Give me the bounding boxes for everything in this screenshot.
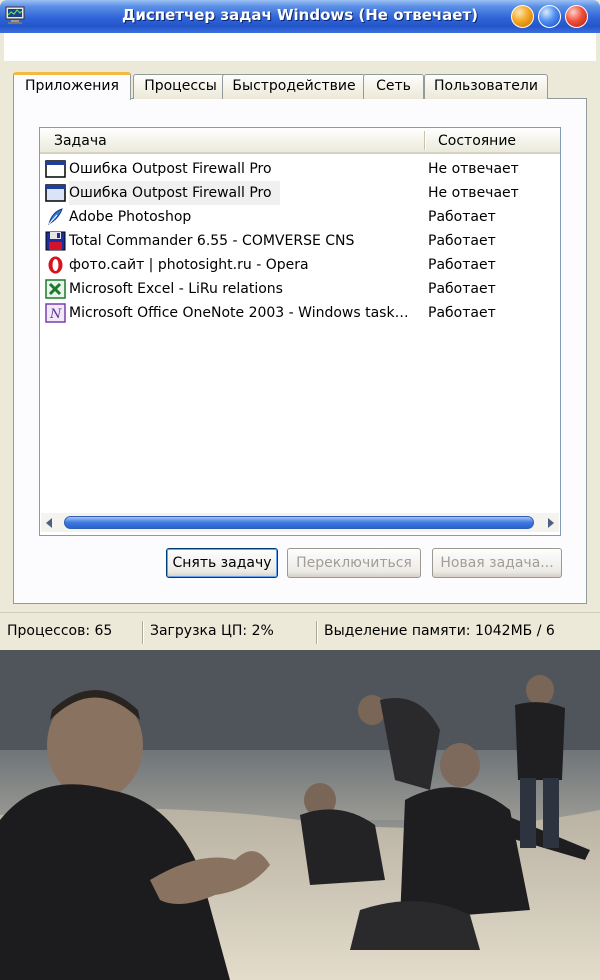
task-name: Ошибка Outpost Firewall Pro — [69, 181, 280, 205]
application-list[interactable]: Задача Состояние Ошибка Outpost Firewall… — [39, 127, 561, 536]
task-state: Работает — [428, 209, 496, 225]
task-name: Microsoft Excel - LiRu relations — [69, 281, 283, 297]
task-manager-window: Диспетчер задач Windows (Не отвечает) Пр… — [0, 0, 600, 650]
list-item[interactable]: Ошибка Outpost Firewall Pro Не отвечает — [45, 181, 557, 205]
task-name: Total Commander 6.55 - COMVERSE CNS — [69, 233, 355, 249]
switch-to-button[interactable]: Переключиться — [287, 548, 421, 578]
list-item[interactable]: Ошибка Outpost Firewall Pro Не отвечает — [45, 157, 557, 181]
list-item[interactable]: N Microsoft Office OneNote 2003 - Window… — [45, 301, 557, 325]
task-name: Ошибка Outpost Firewall Pro — [69, 161, 272, 177]
column-header-task[interactable]: Задача — [54, 128, 107, 152]
list-item[interactable]: фото.сайт | photosight.ru - Opera Работа… — [45, 253, 557, 277]
title-bar[interactable]: Диспетчер задач Windows (Не отвечает) — [0, 0, 600, 33]
end-task-button[interactable]: Снять задачу — [166, 548, 278, 578]
column-header-state[interactable]: Состояние — [438, 128, 516, 152]
task-name: Adobe Photoshop — [69, 209, 192, 225]
task-state: Работает — [428, 257, 496, 273]
column-separator[interactable] — [424, 131, 426, 150]
status-cpu: Загрузка ЦП: 2% — [150, 623, 274, 639]
new-task-button[interactable]: Новая задача... — [432, 548, 562, 578]
scroll-thumb[interactable] — [64, 516, 534, 529]
task-state: Не отвечает — [428, 161, 519, 177]
window-icon — [45, 184, 66, 202]
task-state: Не отвечает — [428, 185, 519, 201]
opera-icon — [48, 256, 63, 274]
status-bar: Процессов: 65 Загрузка ЦП: 2% Выделение … — [0, 612, 600, 650]
svg-text:N: N — [49, 307, 62, 322]
status-processes: Процессов: 65 — [7, 623, 113, 639]
scroll-left-arrow-icon[interactable] — [43, 515, 57, 530]
list-item[interactable]: Microsoft Excel - LiRu relations Работае… — [45, 277, 557, 301]
list-item[interactable]: Total Commander 6.55 - COMVERSE CNS Рабо… — [45, 229, 557, 253]
horizontal-scrollbar[interactable] — [41, 513, 559, 532]
tab-network[interactable]: Сеть — [363, 74, 424, 99]
excel-icon — [45, 279, 66, 299]
minimize-button[interactable] — [511, 5, 534, 28]
scroll-right-arrow-icon[interactable] — [543, 515, 557, 530]
close-button[interactable] — [565, 5, 588, 28]
maximize-button[interactable] — [538, 5, 561, 28]
beach-scene-illustration — [0, 650, 600, 980]
tab-applications[interactable]: Приложения — [13, 72, 131, 100]
list-header: Задача Состояние — [40, 128, 560, 154]
status-memory: Выделение памяти: 1042МБ / 6 — [324, 623, 555, 639]
task-name: Microsoft Office OneNote 2003 - Windows … — [69, 305, 409, 321]
window-icon — [45, 160, 66, 178]
tab-performance[interactable]: Быстродействие — [222, 74, 366, 99]
list-item[interactable]: Adobe Photoshop Работает — [45, 205, 557, 229]
task-state: Работает — [428, 281, 496, 297]
task-state: Работает — [428, 305, 496, 321]
tab-users[interactable]: Пользователи — [424, 74, 548, 99]
photoshop-feather-icon — [48, 208, 63, 226]
menu-bar — [4, 33, 596, 61]
task-state: Работает — [428, 233, 496, 249]
window-title: Диспетчер задач Windows (Не отвечает) — [121, 6, 479, 24]
floppy-disk-icon — [45, 231, 66, 251]
status-divider — [316, 621, 318, 644]
tab-processes[interactable]: Процессы — [133, 74, 228, 99]
onenote-icon: N — [45, 303, 66, 323]
status-divider — [142, 621, 144, 644]
beach-photo — [0, 650, 600, 980]
task-name: фото.сайт | photosight.ru - Opera — [69, 257, 309, 273]
